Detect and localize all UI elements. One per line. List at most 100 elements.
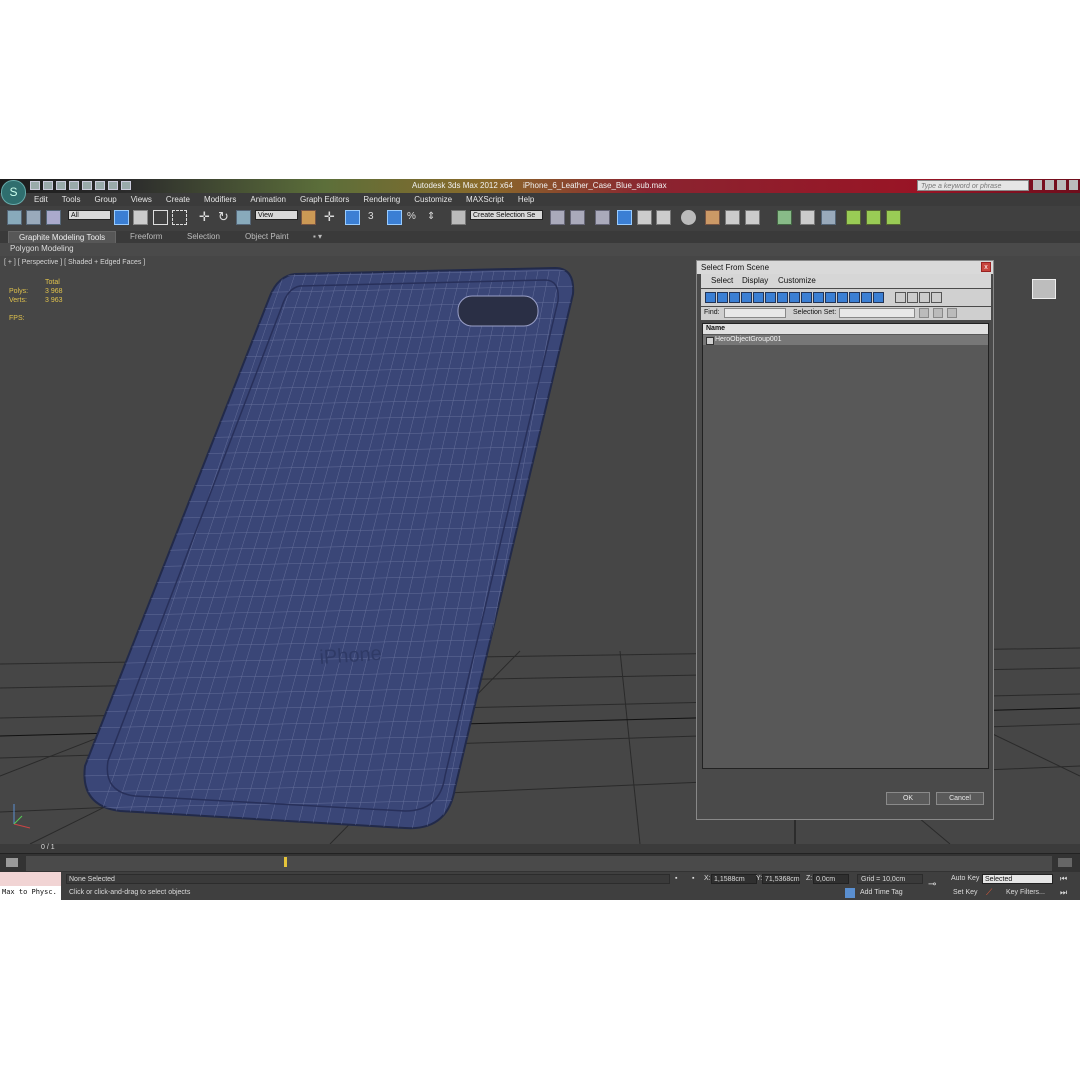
cubes-icon[interactable] [800, 210, 815, 225]
key-icon[interactable]: ⊸ [928, 879, 936, 890]
selection-set-icon-1[interactable] [919, 308, 929, 318]
container-icon[interactable] [777, 210, 792, 225]
menu-item-help[interactable]: Help [518, 195, 534, 204]
angle-snap-icon[interactable] [387, 210, 402, 225]
add-time-tag-button[interactable]: Add Time Tag [860, 889, 903, 896]
z-coordinate-field[interactable]: 0,0cm [813, 874, 849, 884]
selection-set-icon-2[interactable] [933, 308, 943, 318]
filter-none-icon[interactable] [861, 292, 872, 303]
scale-icon[interactable] [236, 210, 251, 225]
filter-xrefs-icon[interactable] [789, 292, 800, 303]
window-crossing-icon[interactable] [172, 210, 187, 225]
layer-manager-icon[interactable] [595, 210, 610, 225]
named-selection-dropdown[interactable]: Create Selection Se [470, 210, 543, 220]
graphite-toggle-icon[interactable] [617, 210, 632, 225]
mini-curve-editor-icon[interactable] [6, 858, 18, 867]
list-item[interactable]: HeroObjectGroup001 [703, 335, 988, 345]
subscription-icon[interactable] [1045, 180, 1054, 190]
application-button[interactable]: S [1, 180, 26, 205]
filter-spacewarps-icon[interactable] [765, 292, 776, 303]
save-file-icon[interactable] [56, 181, 66, 190]
tab-object-paint[interactable]: Object Paint [245, 232, 289, 241]
dialog-menu-customize[interactable]: Customize [778, 276, 816, 285]
viewcube-icon[interactable] [1032, 279, 1056, 299]
y-coordinate-field[interactable]: 71,5368cm [762, 874, 800, 884]
fetch-icon[interactable] [108, 181, 118, 190]
new-file-icon[interactable] [30, 181, 40, 190]
select-object-icon[interactable] [114, 210, 129, 225]
goto-start-icon[interactable]: ⏮ [1060, 874, 1067, 884]
selection-filter-dropdown[interactable]: All [68, 210, 111, 220]
link-icon[interactable] [7, 210, 22, 225]
hold-icon[interactable] [95, 181, 105, 190]
rotate-icon[interactable]: ↻ [216, 210, 231, 225]
favorites-icon[interactable] [1057, 180, 1066, 190]
key-mode-dropdown[interactable]: Selected [982, 874, 1053, 884]
menu-item-rendering[interactable]: Rendering [363, 195, 400, 204]
dialog-menu-display[interactable]: Display [742, 276, 768, 285]
filter-groups-icon[interactable] [777, 292, 788, 303]
maxscript-listener-input[interactable]: Max to Physc. [0, 886, 61, 900]
time-slider[interactable]: 0 / 1 [0, 844, 1080, 853]
menu-item-graph-editors[interactable]: Graph Editors [300, 195, 349, 204]
lock-icon[interactable]: ▪ [675, 875, 677, 882]
spinner-snap-icon[interactable]: ⇕ [427, 210, 442, 225]
filter-hierarchy-icon[interactable] [907, 292, 918, 303]
filter-columns-icon[interactable] [895, 292, 906, 303]
selection-set-icon-3[interactable] [947, 308, 957, 318]
render-production-icon[interactable] [745, 210, 760, 225]
keyframe-right-icon[interactable] [886, 210, 901, 225]
tab-selection[interactable]: Selection [187, 232, 220, 241]
filter-cameras-icon[interactable] [741, 292, 752, 303]
maxscript-listener-output[interactable] [0, 872, 61, 886]
reference-coordinate-dropdown[interactable]: View [255, 210, 298, 220]
filter-filter-icon[interactable] [919, 292, 930, 303]
menu-item-tools[interactable]: Tools [62, 195, 81, 204]
help-icon[interactable] [1069, 180, 1078, 190]
find-input[interactable] [724, 308, 786, 318]
key-filters-button[interactable]: Key Filters... [1006, 889, 1045, 896]
pivot-center-icon[interactable] [301, 210, 316, 225]
menu-item-maxscript[interactable]: MAXScript [466, 195, 504, 204]
keyframe-mid-icon[interactable] [866, 210, 881, 225]
set-key-button[interactable]: Set Key [953, 889, 978, 896]
redo-icon[interactable] [82, 181, 92, 190]
material-editor-icon[interactable] [681, 210, 696, 225]
menu-item-create[interactable]: Create [166, 195, 190, 204]
filter-helpers-icon[interactable] [753, 292, 764, 303]
track-bar[interactable] [0, 853, 1080, 873]
cancel-button[interactable]: Cancel [936, 792, 984, 805]
filter-hidden-icon[interactable] [837, 292, 848, 303]
track-bar-area[interactable] [26, 856, 1052, 871]
selection-set-dropdown[interactable] [839, 308, 915, 318]
edit-named-selection-icon[interactable] [451, 210, 466, 225]
column-header-name[interactable]: Name [703, 324, 988, 334]
dialog-menu-select[interactable]: Select [711, 276, 733, 285]
filter-invert-icon[interactable] [873, 292, 884, 303]
select-by-name-icon[interactable] [133, 210, 148, 225]
auto-key-button[interactable]: Auto Key [951, 875, 979, 882]
menu-item-animation[interactable]: Animation [250, 195, 286, 204]
bind-spacewarp-icon[interactable] [46, 210, 61, 225]
schematic-view-icon[interactable] [656, 210, 671, 225]
absolute-mode-icon[interactable]: ▪ [692, 875, 694, 882]
ok-button[interactable]: OK [886, 792, 930, 805]
polygon-modeling-panel[interactable]: Polygon Modeling [10, 244, 74, 253]
keyboard-shortcut-icon[interactable] [345, 210, 360, 225]
keyframe-mode-icon[interactable]: ⏭ [1060, 888, 1067, 898]
dialog-title[interactable]: Select From Scene [697, 261, 993, 274]
menu-item-views[interactable]: Views [131, 195, 152, 204]
project-folder-icon[interactable] [121, 181, 131, 190]
menu-item-edit[interactable]: Edit [34, 195, 48, 204]
pipe-icon[interactable] [821, 210, 836, 225]
menu-item-customize[interactable]: Customize [414, 195, 452, 204]
binoculars-icon[interactable] [1033, 180, 1042, 190]
time-marker[interactable] [284, 857, 287, 867]
snaps-toggle-icon[interactable]: 3 [368, 210, 383, 225]
filter-lights-icon[interactable] [729, 292, 740, 303]
tab-freeform[interactable]: Freeform [130, 232, 162, 241]
filter-geometry-icon[interactable] [705, 292, 716, 303]
mirror-icon[interactable] [550, 210, 565, 225]
select-manipulate-icon[interactable]: ✛ [322, 210, 337, 225]
filter-bones-icon[interactable] [801, 292, 812, 303]
